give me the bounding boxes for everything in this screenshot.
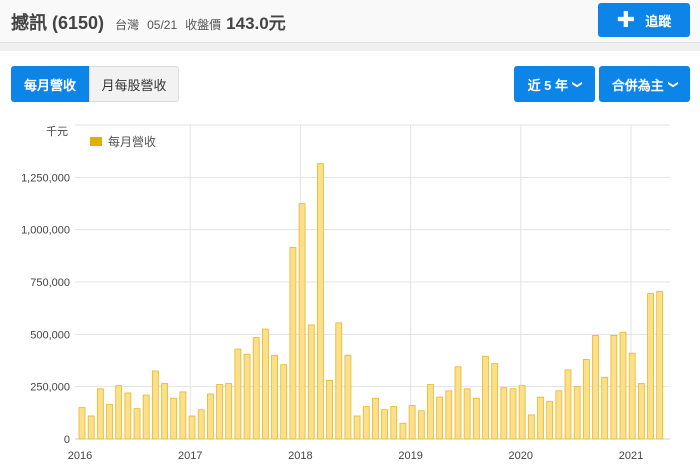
revenue-bar[interactable] <box>546 400 554 440</box>
revenue-bar[interactable] <box>500 387 508 440</box>
revenue-bar[interactable] <box>326 379 333 440</box>
revenue-bar[interactable] <box>78 407 86 440</box>
revenue-bar[interactable] <box>252 337 260 440</box>
revenue-bar[interactable] <box>289 247 297 440</box>
revenue-bar[interactable] <box>106 404 113 440</box>
revenue-bar[interactable] <box>225 383 233 440</box>
revenue-bar[interactable] <box>408 405 416 440</box>
revenue-bar[interactable] <box>445 390 453 440</box>
revenue-bar[interactable] <box>564 369 572 440</box>
revenue-bar[interactable] <box>656 291 664 440</box>
revenue-bar[interactable] <box>124 392 132 440</box>
x-tick-label: 2017 <box>178 450 202 462</box>
revenue-bar[interactable] <box>417 410 425 440</box>
revenue-bar[interactable] <box>491 363 499 440</box>
y-tick-label: 1,250,000 <box>21 172 70 184</box>
legend-label[interactable]: 每月營收 <box>108 134 156 149</box>
revenue-bar[interactable] <box>362 406 370 440</box>
revenue-bar[interactable] <box>206 393 214 440</box>
revenue-bar[interactable] <box>115 385 123 440</box>
x-tick-label: 2016 <box>68 450 92 462</box>
revenue-bar[interactable] <box>436 396 444 440</box>
revenue-bar[interactable] <box>151 370 159 440</box>
y-tick-label: 0 <box>64 434 70 446</box>
y-tick-label: 500,000 <box>30 329 70 341</box>
revenue-bar[interactable] <box>390 406 398 440</box>
revenue-chart: 0 250,000 500,000 750,000 1,000,000 1,250,000… <box>21 124 670 462</box>
x-tick-label: 2019 <box>398 450 422 462</box>
revenue-bar[interactable] <box>555 390 563 440</box>
revenue-bar[interactable] <box>537 396 544 440</box>
revenue-bar[interactable] <box>482 355 489 440</box>
revenue-bar[interactable] <box>454 366 462 440</box>
revenue-bar[interactable] <box>87 415 95 440</box>
revenue-bar[interactable] <box>381 409 389 440</box>
revenue-bar[interactable] <box>335 322 343 440</box>
revenue-bar[interactable] <box>582 359 590 440</box>
revenue-bar[interactable] <box>133 408 141 440</box>
revenue-bar[interactable] <box>647 293 654 440</box>
x-tick-label: 2021 <box>619 450 643 462</box>
revenue-bar[interactable] <box>216 384 223 440</box>
revenue-bar[interactable] <box>518 385 526 440</box>
x-tick-label: 2018 <box>288 450 312 462</box>
revenue-bar[interactable] <box>610 334 618 440</box>
revenue-bar[interactable] <box>399 422 407 440</box>
revenue-bar[interactable] <box>628 352 636 440</box>
revenue-bar[interactable] <box>527 414 535 440</box>
revenue-bar[interactable] <box>592 334 599 440</box>
revenue-bar[interactable] <box>261 328 269 440</box>
y-tick-label: 1,000,000 <box>21 225 70 237</box>
revenue-bar[interactable] <box>298 203 306 440</box>
revenue-bar[interactable] <box>601 376 609 440</box>
x-tick-label: 2020 <box>509 450 533 462</box>
revenue-bar[interactable] <box>353 415 361 440</box>
revenue-bar[interactable] <box>271 354 278 440</box>
revenue-bar[interactable] <box>619 331 627 440</box>
revenue-bar[interactable] <box>344 354 352 440</box>
revenue-bar[interactable] <box>179 391 187 440</box>
revenue-bar[interactable] <box>280 364 288 440</box>
revenue-bar[interactable] <box>472 397 480 440</box>
revenue-bar[interactable] <box>243 353 251 440</box>
legend-swatch <box>90 137 102 146</box>
revenue-bar[interactable] <box>637 383 645 440</box>
unit-label: 千元 <box>46 125 68 138</box>
revenue-bar[interactable] <box>427 384 434 440</box>
y-tick-label: 750,000 <box>30 277 70 289</box>
y-tick-label: 250,000 <box>30 382 70 394</box>
revenue-bar[interactable] <box>234 348 242 440</box>
revenue-bar[interactable] <box>170 397 178 440</box>
revenue-bar[interactable] <box>307 324 315 440</box>
revenue-bar[interactable] <box>372 397 379 440</box>
revenue-bar[interactable] <box>161 383 168 440</box>
revenue-bar[interactable] <box>142 394 150 440</box>
revenue-bar[interactable] <box>573 386 581 440</box>
revenue-bar[interactable] <box>509 388 517 440</box>
revenue-bar[interactable] <box>317 163 324 440</box>
revenue-bar[interactable] <box>96 388 104 440</box>
revenue-bar[interactable] <box>197 409 205 440</box>
revenue-bar[interactable] <box>188 415 196 440</box>
revenue-bar[interactable] <box>463 388 471 440</box>
